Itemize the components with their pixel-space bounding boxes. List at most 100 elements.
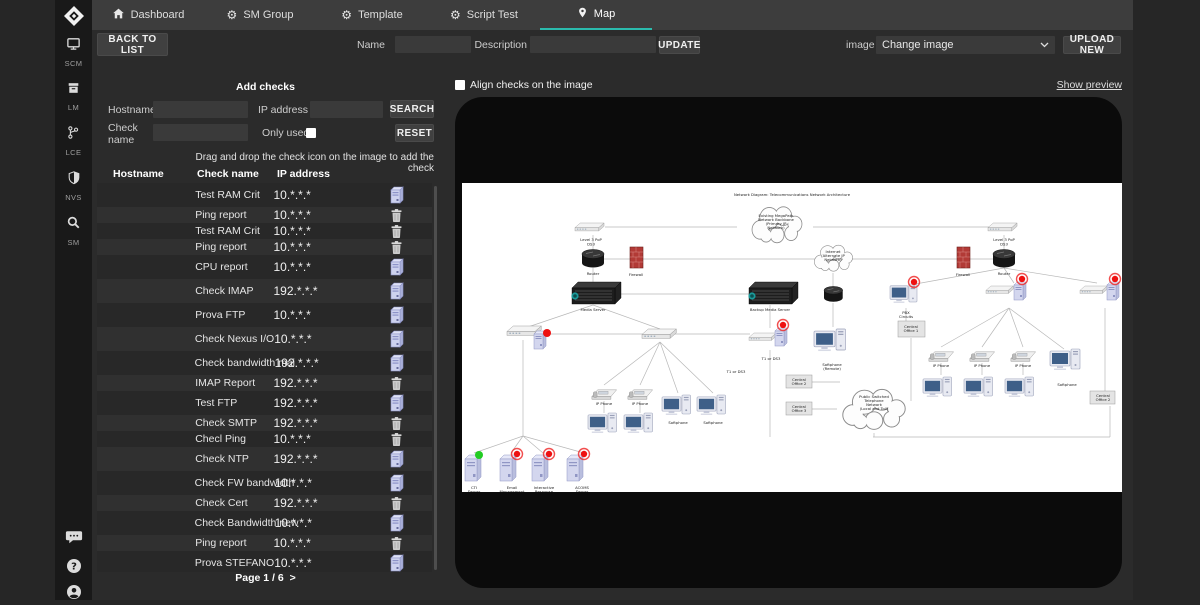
pagination-text: Page 1 / 6 [235,572,283,584]
row-ip-address: 10.*.*.* [273,188,361,202]
table-row[interactable]: Ping report10.*.*.* [97,207,432,223]
tab-template[interactable]: ⚙Template [316,0,428,30]
row-ip-address: 192.*.*.* [273,416,361,430]
table-row[interactable]: Check IMAP192.*.*.* [97,279,432,303]
row-ip-address: 10.*.*.* [273,240,361,254]
table-row[interactable]: Check bandwidth mai192.*.*.* [97,351,432,375]
show-preview-link[interactable]: Show preview [1040,79,1122,91]
sidebar-item-scm[interactable]: SCM [65,36,83,68]
hostname-input[interactable] [153,101,248,118]
update-button[interactable]: UPDATE [659,36,700,54]
description-label: Description [474,39,527,51]
green-status-dot [475,451,483,459]
only-used-checkbox[interactable] [306,128,316,138]
tab-map[interactable]: Map [540,0,652,30]
svg-text:Level 3 PoPDS3: Level 3 PoPDS3 [580,237,602,246]
row-check-name: Test RAM Crit [195,189,273,201]
name-input[interactable] [395,36,471,53]
add-checks-title: Add checks [97,81,434,93]
drag-check-server-icon[interactable] [362,282,432,300]
description-input[interactable] [530,36,656,53]
upload-new-button[interactable]: UPLOAD NEW [1063,36,1121,54]
delete-check-trash-icon[interactable] [362,497,432,510]
svg-text:IP Phone: IP Phone [632,401,649,406]
drag-check-server-icon[interactable] [362,554,432,572]
table-row[interactable]: Ping report10.*.*.* [97,239,432,255]
table-row[interactable]: IMAP Report192.*.*.* [97,375,432,391]
sidebar-item-lm[interactable]: LM [66,81,81,112]
image-select[interactable]: Change image [876,36,1055,54]
drag-check-server-icon[interactable] [362,474,432,492]
delete-check-trash-icon[interactable] [362,225,432,238]
reset-button[interactable]: RESET [395,124,434,142]
name-label: Name [355,39,385,51]
delete-check-trash-icon[interactable] [362,209,432,222]
row-ip-address: 10.*.*.* [275,476,362,490]
tab-dashboard[interactable]: Dashboard [92,0,204,30]
row-check-name: Checl Ping [195,433,273,445]
drag-check-server-icon[interactable] [362,354,432,372]
drag-check-server-icon[interactable] [362,258,432,276]
drag-check-server-icon[interactable] [362,514,432,532]
table-row[interactable]: Ping report10.*.*.* [97,535,432,551]
help-icon[interactable]: ? [66,558,82,579]
drag-check-server-icon[interactable] [362,306,432,324]
back-to-list-button[interactable]: BACK TO LIST [97,33,168,56]
delete-check-trash-icon[interactable] [362,241,432,254]
search-button[interactable]: SEARCH [390,100,434,118]
row-ip-address: 192.*.*.* [273,376,361,390]
drag-check-server-icon[interactable] [362,330,432,348]
shield-icon [67,170,81,190]
table-row[interactable]: Check NTP192.*.*.* [97,447,432,471]
svg-text:CentralOffice 1: CentralOffice 1 [904,324,919,333]
svg-text:Media Server: Media Server [580,307,606,312]
network-diagram-image[interactable]: Network Diagram: Telecommunications Netw… [462,183,1122,492]
svg-text:Firewall: Firewall [956,272,970,277]
table-row[interactable]: Prova STEFANO10.*.*.* [97,551,432,572]
drag-check-server-icon[interactable] [362,186,432,204]
sidebar-item-sm[interactable]: SM [66,215,81,247]
delete-check-trash-icon[interactable] [362,377,432,390]
archive-icon [66,81,81,100]
checks-table-scrollbar[interactable] [434,186,437,570]
row-ip-address: 10.*.*.* [274,556,362,570]
table-row[interactable]: Check Nexus I/O10.*.*.* [97,327,432,351]
drag-check-server-icon[interactable] [362,394,432,412]
table-row[interactable]: Check FW bandwidth10.*.*.* [97,471,432,495]
svg-text:Router: Router [587,271,600,276]
table-row[interactable]: Prova FTP10.*.*.* [97,303,432,327]
app-logo-diamond-icon[interactable] [55,4,92,28]
svg-text:IP Phone: IP Phone [933,363,950,368]
delete-check-trash-icon[interactable] [362,537,432,550]
delete-check-trash-icon[interactable] [362,433,432,446]
table-row[interactable]: Check Cert192.*.*.* [97,495,432,511]
row-ip-address: 10.*.*.* [273,260,361,274]
gears-icon: ⚙ [227,9,238,22]
delete-check-trash-icon[interactable] [362,417,432,430]
chat-icon[interactable] [65,530,82,550]
sidebar-item-nvs[interactable]: NVS [65,170,82,202]
check-name-input[interactable] [153,124,248,141]
sidebar-item-lce[interactable]: LCE [66,125,82,157]
account-icon[interactable] [66,584,82,605]
pagination-next-button[interactable]: > [290,572,296,584]
table-row[interactable]: Check SMTP192.*.*.* [97,415,432,431]
table-row[interactable]: Check Bandwidth new10.*.*.* [97,511,432,535]
ip-address-input[interactable] [310,101,383,118]
drag-check-server-icon[interactable] [362,450,432,468]
image-label: image [846,39,875,51]
svg-text:CentralOffice 2: CentralOffice 2 [792,377,807,386]
svg-text:T1 or DS3: T1 or DS3 [726,369,746,374]
align-checks-checkbox[interactable] [455,80,465,90]
tab-script-test[interactable]: ⚙Script Test [428,0,540,30]
table-row[interactable]: CPU report10.*.*.* [97,255,432,279]
check-name-label: Check name [108,122,144,146]
row-ip-address: 192.*.*.* [275,356,362,370]
table-row[interactable]: Test RAM Crit10.*.*.* [97,223,432,239]
table-row[interactable]: Checl Ping10.*.*.* [97,431,432,447]
svg-text:CTIServer: CTIServer [468,485,481,492]
table-row[interactable]: Test FTP192.*.*.* [97,391,432,415]
table-row[interactable]: Test RAM Crit10.*.*.* [97,183,432,207]
svg-text:Network Diagram: Telecommunica: Network Diagram: Telecommunications Netw… [734,192,851,197]
tab-sm-group[interactable]: ⚙SM Group [204,0,316,30]
